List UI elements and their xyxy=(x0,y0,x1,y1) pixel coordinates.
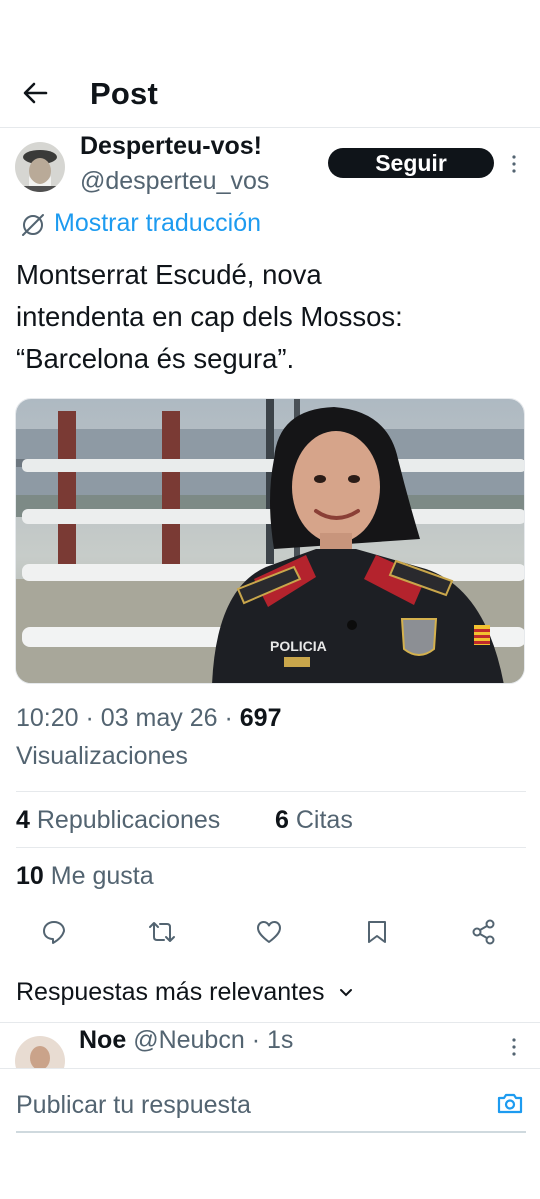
post-image[interactable]: POLICIA xyxy=(15,398,525,684)
page-title: Post xyxy=(90,76,158,111)
reply-age: 1s xyxy=(266,1026,294,1054)
replies-sort-label: Respuestas más relevantes xyxy=(16,978,325,1006)
divider xyxy=(16,791,526,792)
reply-composer: Publicar tu respuesta xyxy=(0,1068,540,1134)
reply-author-name: Noe xyxy=(79,1026,127,1054)
repost-icon[interactable] xyxy=(145,912,179,952)
likes-stat[interactable]: 10 Me gusta xyxy=(16,862,154,891)
post-text-line: intendenta en cap dels Mossos: xyxy=(16,301,403,332)
post-time: 10:20 xyxy=(16,704,79,732)
post-timestamp[interactable]: 10:20 · 03 may 26 · 697 xyxy=(16,704,282,733)
bookmark-icon[interactable] xyxy=(360,912,394,952)
more-options-icon[interactable] xyxy=(509,154,519,174)
quotes-count: 6 xyxy=(275,806,289,834)
post-date: 03 may 26 xyxy=(100,704,218,732)
uniform-label: POLICIA xyxy=(270,638,327,654)
quotes-label: Citas xyxy=(295,806,353,834)
divider xyxy=(16,847,526,848)
share-icon[interactable] xyxy=(467,912,501,952)
translate-icon xyxy=(22,214,44,236)
action-bar xyxy=(0,912,540,952)
quotes-stat[interactable]: 6 Citas xyxy=(275,806,353,835)
follow-button[interactable]: Seguir xyxy=(328,148,494,178)
reposts-label: Republicaciones xyxy=(36,806,221,834)
composer-underline xyxy=(16,1131,526,1133)
reply-author[interactable]: Noe @Neubcn · 1s xyxy=(79,1026,293,1055)
likes-count: 10 xyxy=(16,862,44,890)
chevron-down-icon xyxy=(340,989,353,997)
divider xyxy=(0,1022,540,1023)
views-label: Visualizaciones xyxy=(16,742,188,770)
reposts-count: 4 xyxy=(16,806,30,834)
reposts-stat[interactable]: 4 Republicaciones xyxy=(16,806,220,835)
camera-icon[interactable] xyxy=(496,1091,524,1115)
back-arrow-icon[interactable] xyxy=(18,78,52,108)
author-avatar[interactable] xyxy=(15,142,65,192)
reply-icon[interactable] xyxy=(37,912,71,952)
post-text: Montserrat Escudé, nova intendenta en ca… xyxy=(16,254,526,380)
show-translation-label: Mostrar traducción xyxy=(54,209,262,237)
post-text-line: Montserrat Escudé, nova xyxy=(16,259,322,290)
views-count: 697 xyxy=(239,704,282,732)
top-bar: Post xyxy=(0,60,540,128)
post-text-line: “Barcelona és segura”. xyxy=(16,343,295,374)
reply-more-options-icon[interactable] xyxy=(509,1037,519,1057)
author-name[interactable]: Desperteu-vos! xyxy=(80,132,262,161)
reply-author-handle: @Neubcn xyxy=(133,1026,245,1054)
like-icon[interactable] xyxy=(252,912,286,952)
reply-input[interactable]: Publicar tu respuesta xyxy=(16,1091,251,1120)
replies-sort-dropdown[interactable]: Respuestas más relevantes xyxy=(16,978,353,1007)
likes-label: Me gusta xyxy=(50,862,154,890)
author-handle[interactable]: @desperteu_vos xyxy=(80,167,269,196)
